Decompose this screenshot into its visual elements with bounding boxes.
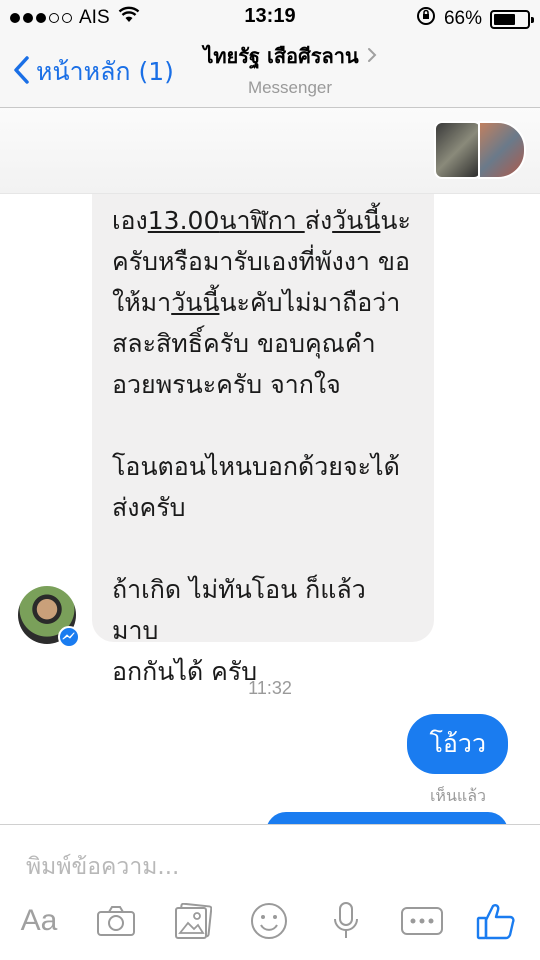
back-chevron-icon: [12, 55, 30, 89]
camera-icon: [96, 905, 136, 937]
rotation-lock-icon: [416, 6, 436, 32]
more-button[interactable]: [398, 899, 446, 943]
message-timestamp: 11:32: [248, 678, 292, 698]
conversation-subtitle: Messenger: [247, 78, 333, 97]
emoji-icon: [250, 902, 288, 940]
back-button[interactable]: หน้าหลัก (1): [12, 52, 174, 92]
status-right: 66%: [416, 6, 534, 32]
text-format-label: Aa: [20, 904, 58, 937]
battery-percent: 66%: [443, 8, 482, 29]
incoming-message-text: เอง13.00นาฬิกา ส่งวันนี้นะ ครับหรือมารับ…: [112, 206, 411, 686]
photo-button[interactable]: [172, 899, 214, 943]
seen-status: เห็นแล้ว: [429, 786, 486, 805]
compose-bar: พิมพ์ข้อความ... Aa: [0, 824, 540, 960]
emoji-button[interactable]: [248, 899, 290, 943]
outgoing-message-text: โอ้วว: [429, 729, 486, 758]
outgoing-message-bubble-partial[interactable]: [266, 812, 508, 824]
message-input[interactable]: พิมพ์ข้อความ...: [26, 849, 179, 885]
participants-strip: [0, 108, 540, 194]
conversation-title[interactable]: ไทยรัฐ เสือศีรลาน Messenger: [190, 40, 390, 98]
camera-button[interactable]: [94, 899, 138, 943]
voice-button[interactable]: [328, 899, 364, 943]
more-icon: [400, 906, 444, 936]
group-avatar[interactable]: [434, 121, 526, 179]
message-list[interactable]: เอง13.00นาฬิกา ส่งวันนี้นะ ครับหรือมารับ…: [0, 194, 540, 824]
back-label: หน้าหลัก (1): [36, 57, 174, 86]
contact-name: ไทยรัฐ เสือศีรลาน: [203, 44, 359, 68]
like-button[interactable]: [474, 899, 518, 943]
participant-photo: [434, 121, 482, 179]
photo-icon: [174, 903, 212, 939]
participant-photo: [478, 121, 526, 179]
text-format-button[interactable]: Aa: [16, 899, 62, 943]
outgoing-message-bubble[interactable]: โอ้วว: [407, 714, 508, 774]
microphone-icon: [332, 901, 360, 941]
battery-level: [494, 13, 516, 25]
compose-toolbar: Aa: [0, 899, 540, 949]
battery-icon: [490, 9, 534, 29]
incoming-message-bubble[interactable]: เอง13.00นาฬิกา ส่งวันนี้นะ ครับหรือมารับ…: [92, 194, 434, 686]
messenger-badge-icon: [58, 626, 80, 648]
chevron-right-icon: [367, 44, 377, 68]
conversation-header: หน้าหลัก (1) ไทยรัฐ เสือศีรลาน Messenger: [0, 34, 540, 108]
like-icon: [476, 902, 516, 940]
status-bar: AIS 13:19 66%: [0, 0, 540, 34]
